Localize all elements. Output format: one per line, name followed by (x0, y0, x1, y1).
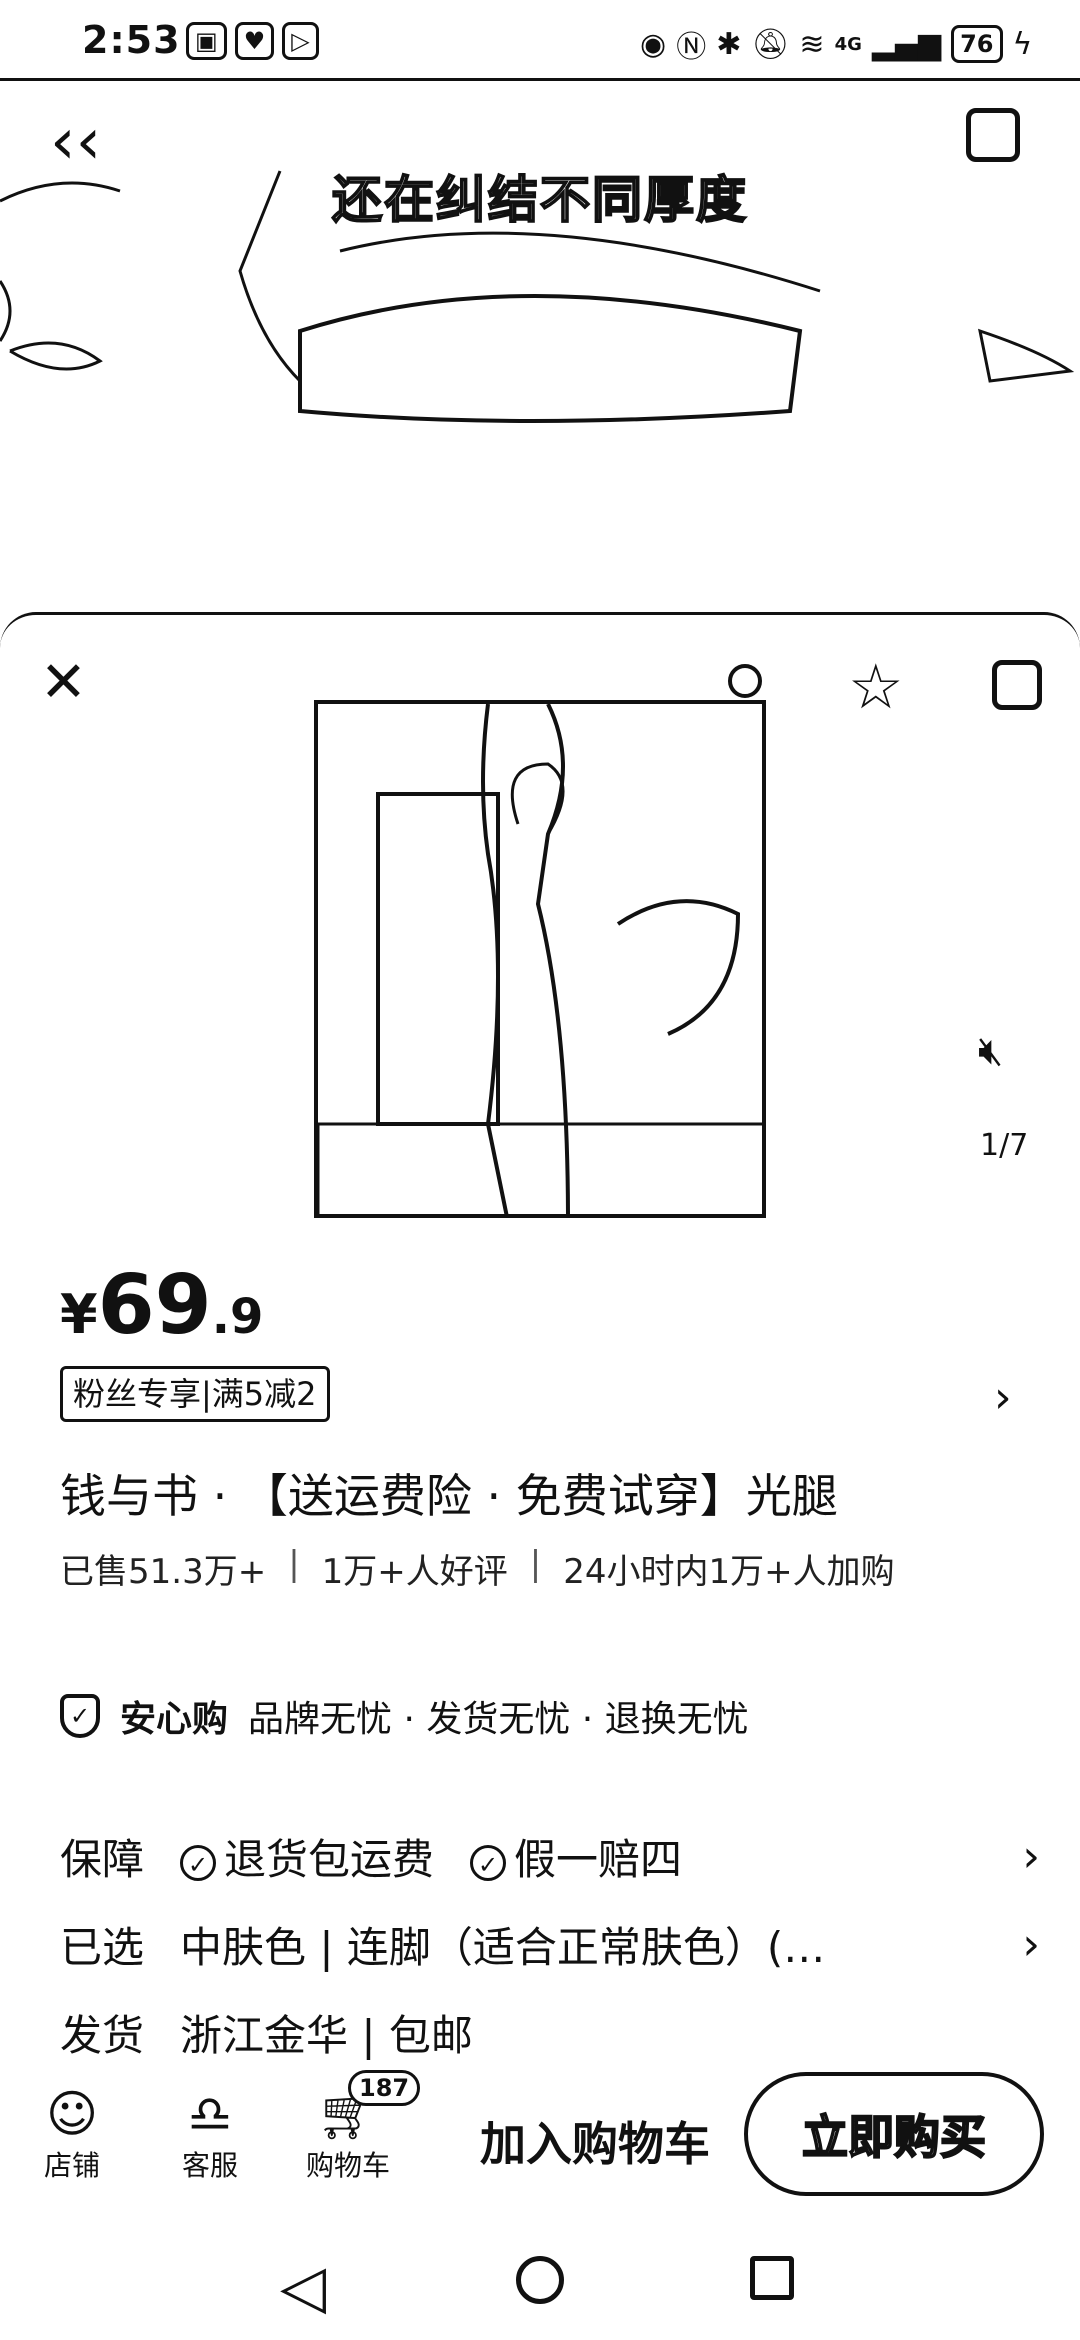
product-title: 钱与书 · 【送运费险 · 免费试穿】光腿 (60, 1469, 838, 1523)
system-recents-icon[interactable] (750, 2256, 794, 2300)
system-home-icon[interactable] (516, 2256, 564, 2304)
notification-icon: ▣ (186, 22, 227, 60)
price-integer: 69 (97, 1258, 212, 1353)
buy-now-button[interactable]: 立即购买 (744, 2072, 1044, 2196)
selected-row[interactable]: 已选 中肤色 | 连脚（适合正常肤色）(… › (60, 1914, 1040, 1975)
guarantee-item: ✓ 退货包运费 (180, 1826, 434, 1887)
add-to-cart-button[interactable]: 加入购物车 (480, 2108, 710, 2174)
cart-add-count: 24小时内1万+人加购 (563, 1552, 895, 1592)
divider: | (288, 1544, 300, 1584)
cart-label: 购物车 (305, 2149, 390, 2182)
divider: | (529, 1544, 542, 1584)
notification-icon: ♥ (234, 22, 275, 60)
customer-service-button[interactable]: ♎︎ 客服 (150, 2084, 270, 2184)
eye-icon: ◉ (640, 26, 667, 62)
charging-icon: ϟ (1012, 26, 1033, 62)
product-photo-sketch (318, 704, 762, 1214)
check-circle-icon: ✓ (180, 1844, 217, 1881)
shield-check-icon: ✓ (60, 1694, 100, 1738)
price: ¥ 69 .9 (60, 1258, 263, 1353)
search-icon[interactable] (728, 664, 762, 698)
share-icon[interactable] (992, 660, 1042, 710)
bluetooth-icon: ✱ (716, 26, 742, 62)
assurance-label: 安心购 (120, 1699, 229, 1740)
notification-icon: ▷ (282, 22, 319, 60)
price-decimal: .9 (211, 1289, 264, 1345)
guarantee-item: ✓ 假一赔四 (470, 1826, 682, 1887)
chevron-right-icon[interactable]: › (1022, 1919, 1040, 1970)
sold-count: 已售51.3万+ (60, 1552, 267, 1592)
currency-symbol: ¥ (60, 1283, 98, 1346)
nfc-icon: Ⓝ (676, 30, 707, 65)
mute-bell-icon: 🔕︎ (751, 26, 790, 62)
promo-tag[interactable]: 粉丝专享|满5减2 (60, 1366, 330, 1422)
system-back-icon[interactable]: ◁ (280, 2252, 326, 2322)
video-caption: 还在纠结不同厚度 (331, 170, 748, 230)
selected-value: 中肤色 | 连脚（适合正常肤色）(… (180, 1923, 826, 1972)
cart-count-badge: 187 (348, 2070, 421, 2106)
chevron-right-icon[interactable]: › (1022, 1831, 1040, 1882)
close-icon[interactable]: ✕ (40, 650, 87, 715)
wifi-icon: ≋ (799, 26, 825, 62)
check-circle-icon: ✓ (470, 1844, 507, 1881)
selected-label: 已选 (60, 1923, 145, 1972)
service-label: 客服 (181, 2149, 238, 2182)
guarantee-label: 保障 (60, 1835, 145, 1884)
review-count: 1万+人好评 (321, 1552, 508, 1592)
share-icon[interactable] (966, 108, 1020, 162)
shop-button[interactable]: ☺ 店铺 (12, 2084, 132, 2184)
shop-avatar-icon: ☺ (45, 2085, 99, 2143)
media-counter: 1/7 (980, 1128, 1029, 1163)
headset-icon: ♎︎ (187, 2085, 233, 2143)
chevron-right-icon[interactable]: › (994, 1372, 1012, 1423)
shipping-label: 发货 (60, 2011, 145, 2060)
shipping-value: 浙江金华 | 包邮 (180, 2011, 473, 2060)
status-time: 2:53 (82, 18, 181, 62)
status-bar: 2:53 ▣ ♥ ▷ ◉ Ⓝ ✱ 🔕︎ ≋ 4G ▂▄▆ 76 ϟ (0, 0, 1080, 81)
notification-icons: ▣ ♥ ▷ (186, 22, 319, 60)
assurance-text: 品牌无忧 · 发货无忧 · 退换无忧 (248, 1699, 749, 1740)
mute-icon[interactable]: 🔇︎ (978, 1028, 1003, 1074)
shop-label: 店铺 (43, 2149, 100, 2182)
signal-icon: ▂▄▆ (871, 26, 942, 62)
guarantee-row[interactable]: 保障 ✓ 退货包运费 ✓ 假一赔四 › (60, 1826, 1040, 1887)
network-label: 4G (834, 33, 862, 55)
favorite-star-icon[interactable]: ☆ (848, 650, 904, 723)
sales-info: 已售51.3万+ | 1万+人好评 | 24小时内1万+人加购 (60, 1544, 895, 1593)
shipping-row: 发货 浙江金华 | 包邮 (60, 2002, 1040, 2063)
product-image[interactable] (314, 700, 766, 1218)
assurance-row[interactable]: ✓ 安心购 品牌无忧 · 发货无忧 · 退换无忧 (60, 1690, 749, 1742)
status-icons: ◉ Ⓝ ✱ 🔕︎ ≋ 4G ▂▄▆ 76 ϟ (640, 22, 1032, 66)
battery-icon: 76 (951, 25, 1003, 63)
